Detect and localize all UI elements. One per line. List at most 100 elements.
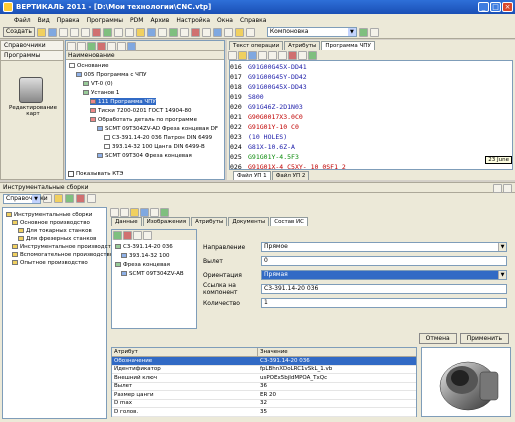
apply-button[interactable]: Применить: [459, 333, 509, 344]
menu-file[interactable]: Файл: [14, 17, 31, 24]
accept-icon[interactable]: [358, 27, 368, 37]
check-icon[interactable]: [168, 27, 178, 37]
table-row[interactable]: Обозначение C3-391.14-20 036: [112, 357, 416, 366]
tree-node[interactable]: SCMT 09T304 Фреза концевая: [97, 152, 192, 159]
chevron-down-icon[interactable]: ▼: [498, 243, 506, 251]
folder-icon[interactable]: [135, 27, 145, 37]
preview-icon[interactable]: [157, 27, 167, 37]
cut-text-icon[interactable]: [258, 51, 267, 60]
cut-icon[interactable]: [58, 27, 68, 37]
save-assembly-icon[interactable]: [140, 208, 149, 217]
code-line[interactable]: 021 G90G0017X3.0C0: [230, 113, 303, 122]
replace-icon[interactable]: [298, 51, 307, 60]
component-item[interactable]: C3-391.14-20 036: [115, 243, 173, 250]
tab-attributes[interactable]: Атрибуты: [284, 41, 321, 50]
tab-operation-text[interactable]: Текст операции: [229, 41, 284, 50]
tool-icon[interactable]: [190, 27, 200, 37]
cancel-button[interactable]: Отмена: [418, 333, 457, 344]
assembly-tree-node[interactable]: Для фрезерных станков: [18, 235, 96, 242]
copy-text-icon[interactable]: [268, 51, 277, 60]
up-icon[interactable]: [133, 231, 142, 240]
assembly-tree-node[interactable]: Опытное производство: [12, 259, 88, 266]
tree-node[interactable]: Установ 1: [83, 89, 119, 96]
save-icon[interactable]: [47, 27, 57, 37]
code-editor[interactable]: 016 G91G00G45X-DD41 017 G91G00G45Y-DD42 018 G…: [229, 60, 513, 170]
report-icon[interactable]: [201, 27, 211, 37]
tree-node[interactable]: VT-0 (0): [83, 80, 113, 87]
component-combo[interactable]: Компоновка ▼: [266, 27, 357, 37]
save-file-icon[interactable]: [248, 51, 257, 60]
copy-icon[interactable]: [69, 27, 79, 37]
form-field[interactable]: C3-391.14-20 036: [261, 284, 507, 294]
code-line[interactable]: 016 G91G00G45X-DD41: [230, 63, 307, 72]
nav-back-icon[interactable]: [110, 208, 119, 217]
table-row[interactable]: Внешний ключ usPOEx5bjIdMPOA_TxQc: [112, 374, 416, 383]
paste-text-icon[interactable]: [278, 51, 287, 60]
assembly-tree-node[interactable]: Для токарных станков: [18, 227, 92, 234]
forward-icon[interactable]: [77, 42, 86, 51]
menu-archive[interactable]: Архив: [150, 17, 169, 24]
export-icon[interactable]: [212, 27, 222, 37]
maximize-button[interactable]: □: [490, 2, 501, 12]
menu-help[interactable]: Справка: [240, 17, 266, 24]
tree-node[interactable]: Обработать деталь по программе: [90, 116, 197, 123]
assembly-tree-node[interactable]: Основное производство: [12, 219, 90, 226]
chevron-down-icon[interactable]: ▼: [498, 271, 506, 279]
tab-cnc-program[interactable]: Программа ЧПУ: [321, 41, 375, 50]
nav-forward-icon[interactable]: [120, 208, 129, 217]
component-item[interactable]: 393.14-32 100: [121, 252, 169, 259]
create-button[interactable]: Создать: [3, 27, 35, 37]
move-down-icon[interactable]: [117, 42, 126, 51]
back-icon[interactable]: [67, 42, 76, 51]
tree-node[interactable]: SCMT 09T304ZV-AD Фреза концевая DF: [97, 125, 218, 132]
filter-icon[interactable]: [369, 27, 379, 37]
open-file-icon[interactable]: [238, 51, 247, 60]
menu-view[interactable]: Вид: [38, 17, 50, 24]
run-icon[interactable]: [308, 51, 317, 60]
form-field[interactable]: 0: [261, 256, 507, 266]
table-row[interactable]: D голов. 35: [112, 408, 416, 417]
form-field[interactable]: Прямая ▼: [261, 270, 507, 280]
checkbox[interactable]: [68, 171, 74, 177]
card-editor-icon[interactable]: [19, 77, 43, 103]
add-icon[interactable]: [102, 27, 112, 37]
tree-node[interactable]: 111 Программа ЧПУ: [90, 98, 156, 105]
table-row[interactable]: Вылет 36: [112, 383, 416, 391]
component-item[interactable]: Фреза концевая: [115, 261, 170, 268]
menu-pdm[interactable]: PDM: [130, 17, 143, 24]
code-line[interactable]: 019 S800: [230, 93, 264, 102]
assembly-tree-node[interactable]: Вспомогательное производство: [12, 251, 113, 258]
tree-node[interactable]: C3-391.14-20 036 Патрон DIN 6499: [104, 134, 212, 141]
tree-node[interactable]: 393.14-32 100 Цанга DIN 6499-B: [104, 143, 205, 150]
ok-icon[interactable]: [160, 208, 169, 217]
delete-icon[interactable]: [91, 27, 101, 37]
column-attribute[interactable]: Атрибут: [112, 348, 258, 356]
code-line[interactable]: 026 G91G01X-4 C5XY- 10 0SF1 2: [230, 163, 346, 169]
menu-settings[interactable]: Настройка: [176, 17, 210, 24]
tab-references[interactable]: Справочники: [1, 41, 63, 51]
archive-icon[interactable]: [234, 27, 244, 37]
move-up-icon[interactable]: [107, 42, 116, 51]
settings-icon[interactable]: [223, 27, 233, 37]
code-line[interactable]: 017 G91G00G45Y-DD42: [230, 73, 307, 82]
component-item[interactable]: SCMT 09T304ZV-AB: [121, 270, 184, 277]
new-icon[interactable]: [228, 51, 237, 60]
tree-node[interactable]: Основание: [69, 62, 108, 69]
add-assembly-icon[interactable]: [65, 194, 74, 203]
add-component-icon[interactable]: [113, 231, 122, 240]
tab-documents[interactable]: Документы: [228, 217, 270, 226]
tab-file-1[interactable]: Файл УП 1: [233, 171, 271, 180]
tab-programs[interactable]: Программы: [1, 51, 63, 61]
folder-new-icon[interactable]: [54, 194, 63, 203]
remove-component-icon[interactable]: [123, 231, 132, 240]
references-combo[interactable]: Справочники ▼: [3, 193, 48, 204]
delete-assembly-icon[interactable]: [76, 194, 85, 203]
tab-images[interactable]: Изображения: [142, 217, 191, 226]
table-row[interactable]: Идентификатор fpLBhnXDoLRC1vSkL_1.vb: [112, 366, 416, 374]
tab-attrs[interactable]: Атрибуты: [191, 217, 228, 226]
tab-file-2[interactable]: Файл УП 2: [271, 171, 310, 180]
table-icon[interactable]: [179, 27, 189, 37]
print-icon[interactable]: [146, 27, 156, 37]
show-kte-option[interactable]: Показывать КТЭ: [68, 171, 123, 177]
code-line[interactable]: 018 G91G00G45X-DD43: [230, 83, 307, 92]
